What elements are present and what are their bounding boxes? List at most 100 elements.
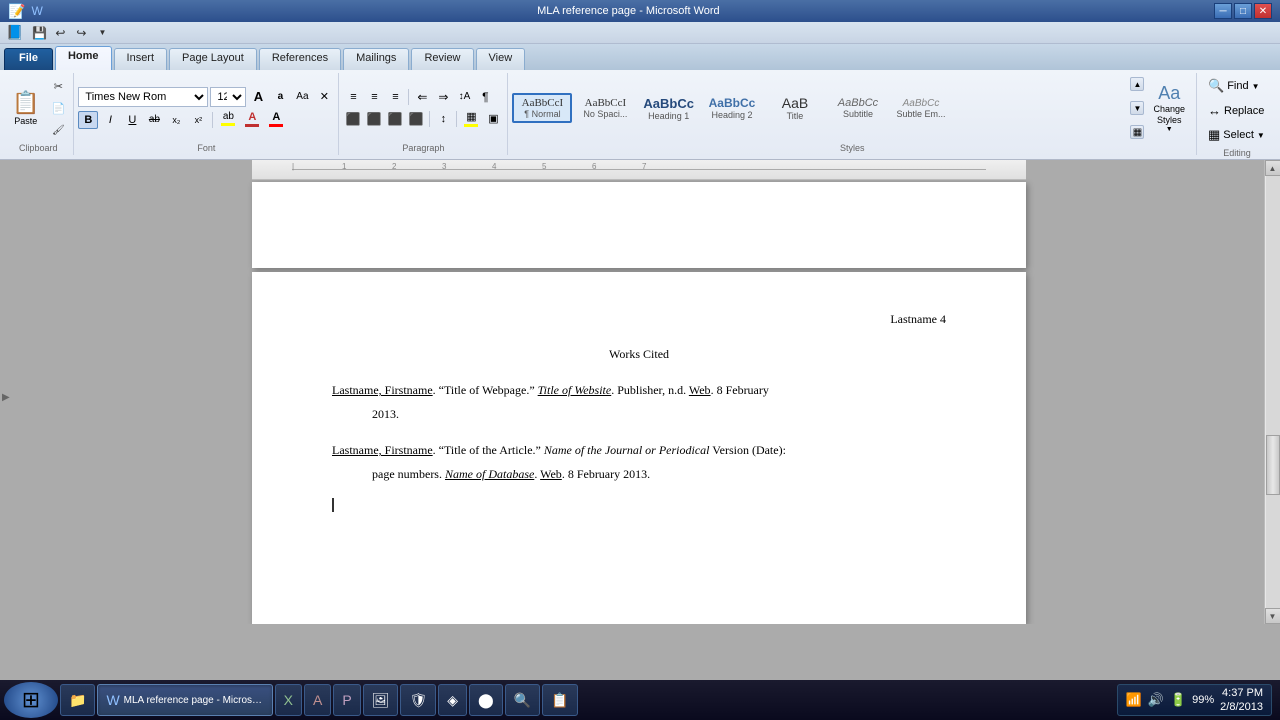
tray-icon-2[interactable]: 🔊 <box>1148 692 1164 708</box>
underline-button[interactable]: U <box>122 111 142 129</box>
citation-2-db: Name of Database <box>445 467 534 481</box>
find-button[interactable]: 🔍 Find ▼ <box>1201 75 1273 97</box>
tab-references[interactable]: References <box>259 48 341 70</box>
line-spacing-button[interactable]: ↕ <box>433 110 453 128</box>
quick-redo-button[interactable]: ↪ <box>72 24 90 42</box>
editing-label: Editing <box>1201 148 1273 158</box>
align-right-button[interactable]: ⬛ <box>385 110 405 128</box>
scroll-thumb[interactable] <box>1266 435 1280 495</box>
text-effect-button[interactable]: A <box>241 110 263 130</box>
start-button[interactable]: ⊞ <box>4 682 58 718</box>
style-heading1[interactable]: AaBbCc Heading 1 <box>638 93 699 124</box>
minimize-button[interactable]: ─ <box>1214 3 1232 19</box>
styles-up-button[interactable]: ▲ <box>1130 77 1144 91</box>
font-name-select[interactable]: Times New Rom <box>78 87 208 107</box>
document-area: | 1 2 3 4 5 6 7 Lastname 4 Works Cited <box>14 160 1264 624</box>
taskbar-access[interactable]: A <box>304 684 331 716</box>
numbering-button[interactable]: ≡ <box>364 88 384 106</box>
font-color-button[interactable]: A <box>265 110 287 130</box>
close-button[interactable]: ✕ <box>1254 3 1272 19</box>
window-icon-word: W <box>31 4 42 18</box>
select-button[interactable]: ▦ Select ▼ <box>1201 124 1273 146</box>
maximize-button[interactable]: □ <box>1234 3 1252 19</box>
tray-icon-1[interactable]: 📶 <box>1126 692 1142 708</box>
increase-indent-button[interactable]: ⇒ <box>433 88 453 106</box>
scroll-down-button[interactable]: ▼ <box>1265 608 1280 624</box>
quick-undo-button[interactable]: ↩ <box>51 24 69 42</box>
tab-insert[interactable]: Insert <box>114 48 168 70</box>
superscript-button[interactable]: x² <box>188 111 208 129</box>
taskbar-publisher[interactable]: P <box>333 684 360 716</box>
style-subtle-em[interactable]: AaBbCc Subtle Em... <box>891 95 951 122</box>
citation-2: Lastname, Firstname. “Title of the Artic… <box>332 438 946 486</box>
citation-2-author: Lastname, Firstname <box>332 443 433 457</box>
font-shrink-button[interactable]: a <box>270 88 290 106</box>
font-size-select[interactable]: 12 <box>210 87 246 107</box>
style-heading2[interactable]: AaBbCc Heading 2 <box>702 93 762 123</box>
main-area: ▶ | 1 2 3 4 5 6 7 <box>0 160 1280 624</box>
show-marks-button[interactable]: ¶ <box>475 88 495 106</box>
styles-more-button[interactable]: ▦ <box>1130 125 1144 139</box>
taskbar-photo[interactable]: 🖼 <box>363 684 399 716</box>
citation-2-journal: Name of the Journal or Periodical <box>544 443 710 457</box>
taskbar-shield[interactable]: 🛡 <box>400 684 436 716</box>
tab-file[interactable]: File <box>4 48 53 70</box>
shading-button[interactable]: ▦ <box>460 109 482 129</box>
style-no-spacing[interactable]: AaBbCcI No Spaci... <box>575 94 635 122</box>
tab-review[interactable]: Review <box>411 48 473 70</box>
tab-page-layout[interactable]: Page Layout <box>169 48 257 70</box>
taskbar-explorer[interactable]: 📁 <box>60 684 95 716</box>
borders-button[interactable]: ▣ <box>483 110 503 128</box>
taskbar-right: 📶 🔊 🔋 99% 4:37 PM 2/8/2013 <box>1117 684 1276 716</box>
change-case-button[interactable]: Aa <box>292 88 312 106</box>
subscript-button[interactable]: x₂ <box>166 111 186 129</box>
tab-view[interactable]: View <box>476 48 526 70</box>
ribbon-area: 📋 Paste ✂ 📄 🖌 Clipboard Times New Rom <box>0 70 1280 160</box>
style-title[interactable]: AaB Title <box>765 92 825 124</box>
quick-more-button[interactable]: ▼ <box>93 24 111 42</box>
change-styles-label: ChangeStyles <box>1153 104 1185 126</box>
taskbar-excel[interactable]: X <box>275 684 302 716</box>
page-header: Lastname 4 <box>332 312 946 327</box>
style-subtitle[interactable]: AaBbCc Subtitle <box>828 94 888 122</box>
copy-button[interactable]: 📄 <box>47 98 69 118</box>
tab-home[interactable]: Home <box>55 46 112 70</box>
clear-format-button[interactable]: ✕ <box>314 88 334 106</box>
multilevel-button[interactable]: ≡ <box>385 88 405 106</box>
scroll-up-button[interactable]: ▲ <box>1265 160 1280 176</box>
bullets-button[interactable]: ≡ <box>343 88 363 106</box>
tray-battery-icon[interactable]: 🔋 <box>1170 692 1186 708</box>
system-clock: 4:37 PM 2/8/2013 <box>1220 686 1263 715</box>
sort-button[interactable]: ↕A <box>454 88 474 106</box>
paragraph-group: ≡ ≡ ≡ ⇐ ⇒ ↕A ¶ ⬛ ⬛ ⬛ ⬛ ↕ <box>339 73 508 155</box>
change-styles-button[interactable]: Aa ChangeStyles ▼ <box>1146 75 1192 141</box>
taskbar-safari[interactable]: ◈ <box>438 684 467 716</box>
scroll-track[interactable] <box>1266 176 1280 608</box>
taskbar-codeshare[interactable]: 📋 <box>542 684 577 716</box>
strikethrough-button[interactable]: ab <box>144 111 164 129</box>
replace-button[interactable]: ↔ Replace <box>1201 100 1273 121</box>
bold-button[interactable]: B <box>78 111 98 129</box>
style-normal[interactable]: AaBbCcI ¶ Normal <box>512 93 572 123</box>
cut-button[interactable]: ✂ <box>47 76 69 96</box>
paste-button[interactable]: 📋 Paste <box>7 75 44 141</box>
quick-save-button[interactable]: 💾 <box>30 24 48 42</box>
text-highlight-button[interactable]: ab <box>217 110 239 130</box>
font-grow-button[interactable]: A <box>248 88 268 106</box>
para-divider1 <box>408 89 409 105</box>
format-painter-button[interactable]: 🖌 <box>47 120 69 140</box>
align-left-button[interactable]: ⬛ <box>343 110 363 128</box>
italic-button[interactable]: I <box>100 111 120 129</box>
change-styles-arrow: ▼ <box>1166 126 1173 133</box>
page-main[interactable]: Lastname 4 Works Cited Lastname, Firstna… <box>252 272 1026 624</box>
align-center-button[interactable]: ⬛ <box>364 110 384 128</box>
justify-button[interactable]: ⬛ <box>406 110 426 128</box>
taskbar-chrome[interactable]: ⬤ <box>469 684 503 716</box>
decrease-indent-button[interactable]: ⇐ <box>412 88 432 106</box>
title-bar: 📝 W MLA reference page - Microsoft Word … <box>0 0 1280 22</box>
change-styles-icon: Aa <box>1158 83 1180 104</box>
taskbar-search[interactable]: 🔍 <box>505 684 540 716</box>
tab-mailings[interactable]: Mailings <box>343 48 409 70</box>
taskbar-word[interactable]: W MLA reference page - Microsoft Word <box>97 684 272 716</box>
styles-down-button[interactable]: ▼ <box>1130 101 1144 115</box>
